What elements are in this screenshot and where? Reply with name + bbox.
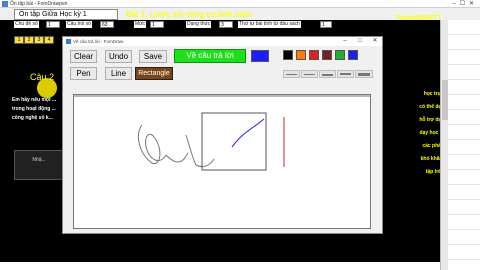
rectangle-tool-button[interactable]: Rectangle [135,67,173,80]
undo-button[interactable]: Undo [105,50,132,63]
question-text: Em hãy nêu một ... trong hoạt động ... c… [12,97,57,121]
clear-button[interactable]: Clear [70,50,97,63]
answer-line: có thể dạy [419,104,444,110]
vertical-scrollbar[interactable] [440,20,448,270]
save-button[interactable]: Save [139,50,167,63]
stroke-width-2[interactable] [301,70,318,78]
list-item[interactable] [448,110,480,125]
draw-answer-dialog: Vẽ câu trả lời - FomDraw – □ ✕ Clear Und… [62,36,383,234]
number-tab[interactable]: 4 [44,36,54,44]
dialog-titlebar: Vẽ câu trả lời - FomDraw – □ ✕ [63,37,382,46]
list-item[interactable] [448,230,480,245]
field-level-input[interactable]: 1 [150,21,164,28]
field-order-input[interactable]: 1 [320,21,332,28]
field-label-order: Thứ tự bài tính từ đầu sách [238,21,301,28]
field-topic-input[interactable]: 1 [46,21,60,28]
color-black-swatch[interactable] [283,50,293,60]
field-format-input[interactable]: 3 [219,21,233,28]
right-side-list [448,20,480,270]
dialog-app-icon [66,39,71,44]
answer-line: hỗ trợ dạy [419,117,444,123]
close-icon[interactable]: ✕ [369,37,381,46]
answer-line: dạy học vì [419,130,444,136]
field-label-topic: Chủ đề số [14,21,39,28]
answer-line: học trực [423,91,444,97]
dialog-title: Vẽ câu trả lời - FomDraw [73,39,124,44]
list-item[interactable] [448,185,480,200]
answer-text: học trực có thể dạy hỗ trợ dạy dạy học v… [384,88,444,179]
color-darkred-swatch[interactable] [322,50,332,60]
cursor-highlight [37,78,57,98]
list-item[interactable] [448,95,480,110]
list-item[interactable] [448,80,480,95]
stroke-width-1[interactable] [283,70,300,78]
app-icon [2,1,8,7]
draw-answer-button[interactable]: Vẽ câu trả lời [174,49,246,63]
canvas-drawing [74,95,370,171]
question-info-row: Chủ đề số 1 Câu hỏi số 63 Mức 1 Dạng thứ… [14,20,334,30]
number-tab[interactable]: 1 [14,36,24,44]
lesson-title: Bài 1. Lược sử công cụ tính toán [126,10,252,19]
window-controls[interactable]: –☐✕ [452,0,478,8]
stroke-width-4[interactable] [337,70,354,78]
current-color-swatch[interactable] [251,50,269,62]
drawn-blue-line [231,118,265,148]
answer-line: các phần [422,143,444,149]
color-blue-swatch[interactable] [348,50,358,60]
freehand-stroke [137,124,167,165]
stroke-width-5[interactable] [355,70,373,78]
list-item[interactable] [448,245,480,260]
list-item[interactable] [448,65,480,80]
freehand-stroke [165,152,189,163]
question-number-tabs: 1 2 3 4 [14,36,54,44]
drawing-canvas[interactable] [73,94,371,229]
color-red-swatch[interactable] [309,50,319,60]
field-label-format: Dạng thức [186,21,212,28]
color-orange-swatch[interactable] [296,50,306,60]
number-tab[interactable]: 3 [34,36,44,44]
freehand-stroke [185,134,215,168]
field-label-question: Câu hỏi số [66,21,92,28]
pen-tool-button[interactable]: Pen [70,67,97,80]
brand-label: TinhocBKNTT [395,15,442,22]
background-titlebar: Ôn tập bài - FomDrawpen –☐✕ [0,0,480,8]
list-item[interactable] [448,125,480,140]
field-question-input[interactable]: 63 [100,21,114,28]
list-item[interactable] [448,215,480,230]
background-window-title: Ôn tập bài - FomDrawpen [10,1,68,7]
maximize-icon[interactable]: □ [354,37,366,46]
line-tool-button[interactable]: Line [105,67,132,80]
list-item[interactable] [448,170,480,185]
list-item[interactable] [448,50,480,65]
page-tab[interactable]: Ôn tập Giữa Học kỳ 1 [14,9,118,20]
list-item[interactable] [448,35,480,50]
submit-panel[interactable]: Nhậ... [14,150,64,180]
list-item[interactable] [448,140,480,155]
list-item[interactable] [448,200,480,215]
field-label-level: Mức [134,21,147,28]
list-item[interactable] [448,20,480,35]
answer-line: tập trên [425,169,444,175]
number-tab[interactable]: 2 [24,36,34,44]
list-item[interactable] [448,155,480,170]
minimize-icon[interactable]: – [339,37,351,46]
background-bottom-bar [0,262,440,270]
color-green-swatch[interactable] [335,50,345,60]
stroke-width-3[interactable] [319,70,336,78]
answer-line: khó khăn. [420,156,444,162]
